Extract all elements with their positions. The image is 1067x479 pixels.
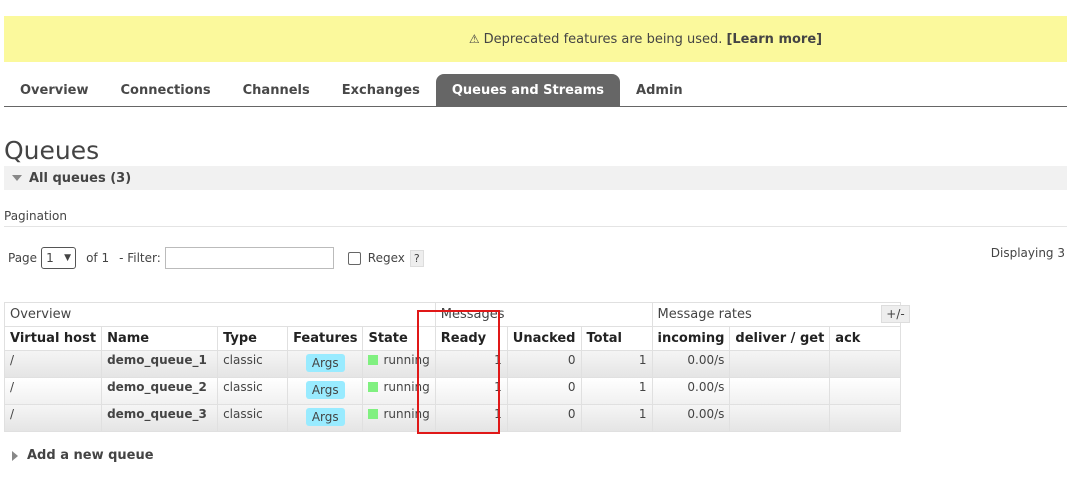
pagination-label: Pagination [4,209,67,223]
filter-label: - Filter: [119,251,161,265]
regex-checkbox[interactable] [347,251,361,265]
state-cell: running [383,380,430,394]
group-messages: Messages [434,302,653,327]
displaying-count: Displaying 3 [990,246,1065,260]
collapse-triangle-icon [12,175,22,181]
ready-cell: 1 [434,350,508,378]
total-cell: 1 [580,404,653,432]
queue-name-link[interactable]: demo_queue_2 [101,377,219,405]
table-row: / demo_queue_3 classic Args running 1 0 … [3,404,902,432]
group-overview: Overview [4,302,436,327]
incoming-cell: 0.00/s [651,377,731,405]
ready-cell: 1 [434,404,508,432]
col-incoming[interactable]: incoming [651,326,731,351]
deliver-get-cell [729,377,831,405]
col-deliver-get[interactable]: deliver / get [729,326,831,351]
queues-table: Overview Messages Message rates Virtual … [3,302,902,432]
col-ready[interactable]: Ready [434,326,508,351]
tab-overview[interactable]: Overview [4,74,105,106]
args-badge[interactable]: Args [305,381,345,399]
tab-connections[interactable]: Connections [105,74,227,106]
expand-triangle-icon [12,450,18,461]
running-status-icon [368,408,379,419]
unacked-cell: 0 [506,350,582,378]
ack-cell [829,350,902,378]
type-cell: classic [217,377,289,405]
type-cell: classic [217,350,289,378]
deprecation-banner: ⚠ Deprecated features are being used. [L… [4,16,1067,62]
main-nav-tabs: Overview Connections Channels Exchanges … [4,74,1067,107]
col-ack[interactable]: ack [829,326,902,351]
unacked-cell: 0 [506,404,582,432]
page-select-value: 1 [46,251,54,265]
columns-toggle-button[interactable]: +/- [881,305,910,323]
page-label: Page [8,251,38,265]
col-type[interactable]: Type [217,326,289,351]
col-total[interactable]: Total [580,326,653,351]
tab-queues-and-streams[interactable]: Queues and Streams [435,74,621,106]
group-message-rates: Message rates [651,302,902,327]
learn-more-link[interactable]: [Learn more] [726,32,822,47]
tab-admin[interactable]: Admin [620,74,699,106]
ack-cell [829,377,902,405]
deliver-get-cell [729,350,831,378]
incoming-cell: 0.00/s [651,404,731,432]
add-queue-label: Add a new queue [27,448,154,463]
regex-label: Regex [367,251,405,265]
page-select[interactable]: 1 ▼ [41,247,77,269]
divider [4,226,1067,227]
all-queues-label: All queues (3) [29,170,132,186]
all-queues-toggle[interactable]: All queues (3) [4,166,1067,190]
running-status-icon [368,381,379,392]
col-virtual-host[interactable]: Virtual host [3,326,103,351]
vhost-cell: / [3,377,103,405]
unacked-cell: 0 [506,377,582,405]
col-unacked[interactable]: Unacked [506,326,582,351]
queue-name-link[interactable]: demo_queue_3 [101,404,219,432]
vhost-cell: / [3,350,103,378]
warning-icon: ⚠ [468,32,480,46]
chevron-down-icon: ▼ [64,253,72,263]
col-state[interactable]: State [362,326,436,351]
total-cell: 1 [580,377,653,405]
state-cell: running [383,407,430,421]
total-cell: 1 [580,350,653,378]
args-badge[interactable]: Args [305,408,345,426]
banner-text: Deprecated features are being used. [483,31,723,47]
regex-help-button[interactable]: ? [409,249,424,267]
vhost-cell: / [3,404,103,432]
col-name[interactable]: Name [101,326,219,351]
args-badge[interactable]: Args [305,354,345,372]
table-row: / demo_queue_1 classic Args running 1 0 … [3,350,902,378]
table-row: / demo_queue_2 classic Args running 1 0 … [3,377,902,405]
tab-channels[interactable]: Channels [227,74,326,106]
pagination-controls: Page 1 ▼ of 1 - Filter: Regex ? [8,246,424,270]
deliver-get-cell [729,404,831,432]
page-title: Queues [4,136,100,165]
ack-cell [829,404,902,432]
type-cell: classic [217,404,289,432]
running-status-icon [368,354,379,365]
incoming-cell: 0.00/s [651,350,731,378]
ready-cell: 1 [434,377,508,405]
filter-input[interactable] [164,247,334,269]
tab-exchanges[interactable]: Exchanges [326,74,436,106]
queue-name-link[interactable]: demo_queue_1 [101,350,219,378]
of-pages-label: of 1 [86,251,110,265]
state-cell: running [383,353,430,367]
col-features[interactable]: Features [287,326,364,351]
add-queue-toggle[interactable]: Add a new queue [12,448,154,463]
